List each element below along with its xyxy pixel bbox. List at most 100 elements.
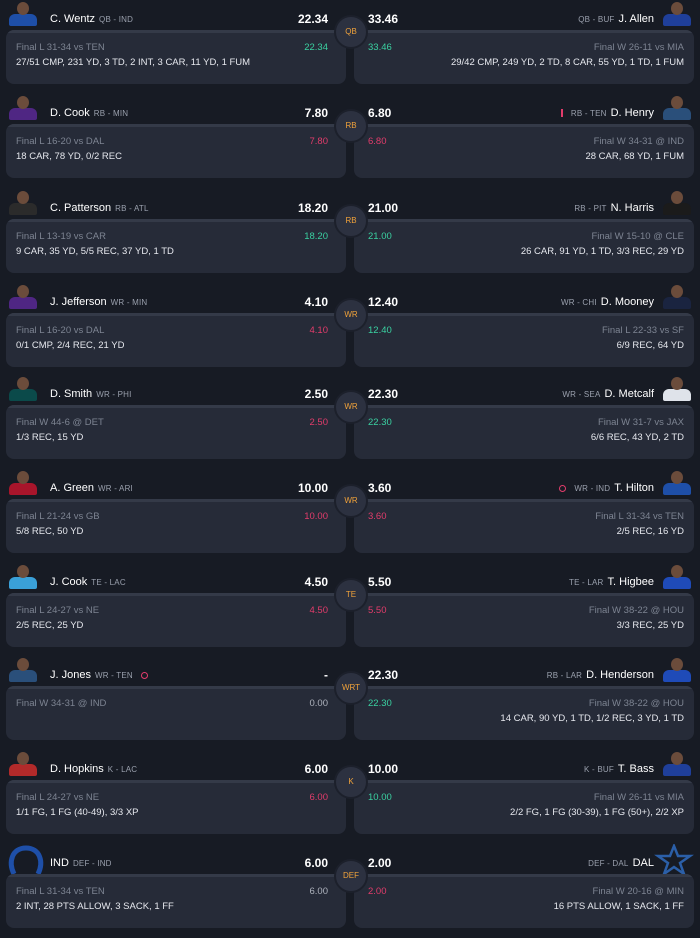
right-player-card[interactable]: Final W 38-22 @ HOU 22.30 14 CAR, 90 YD, 1…	[354, 686, 694, 740]
right-player-name[interactable]: D. Henry	[611, 107, 654, 119]
team-label: LAR	[565, 671, 583, 680]
left-player-name-line[interactable]: IND DEF - IND	[50, 857, 116, 869]
left-player-name[interactable]: C. Patterson	[50, 202, 111, 214]
left-player-name-line[interactable]: J. Cook TE - LAC	[50, 576, 130, 588]
right-player-name-line[interactable]: TE - LAR T. Higbee	[565, 576, 654, 588]
right-player-name[interactable]: T. Higbee	[608, 576, 654, 588]
right-player-name-line[interactable]: WR - CHI D. Mooney	[557, 296, 654, 308]
left-player-name[interactable]: J. Cook	[50, 576, 87, 588]
left-player-name-line[interactable]: C. Wentz QB - IND	[50, 13, 137, 25]
left-player-avatar[interactable]	[6, 844, 46, 876]
right-player-name-line[interactable]: WR - SEA D. Metcalf	[558, 388, 654, 400]
right-player-name[interactable]: D. Mooney	[601, 296, 654, 308]
right-player-card[interactable]: Final W 20-16 @ MIN 2.00 16 PTS ALLOW, 1 S…	[354, 874, 694, 928]
left-player-name[interactable]: D. Hopkins	[50, 763, 104, 775]
player-head-icon	[671, 2, 683, 15]
left-player-avatar[interactable]	[6, 94, 40, 120]
left-player-name[interactable]: J. Jefferson	[50, 296, 107, 308]
team-label: ATL	[133, 204, 149, 213]
card-divider	[6, 313, 346, 316]
team-label: TEN	[116, 671, 133, 680]
left-player-name-line[interactable]: D. Cook RB - MIN	[50, 107, 132, 119]
right-player-card[interactable]: Final W 31-7 vs JAX 22.30 6/6 REC, 43 YD, …	[354, 405, 694, 459]
left-player-avatar[interactable]	[6, 563, 40, 589]
right-player-name[interactable]: N. Harris	[611, 202, 654, 214]
left-player-avatar[interactable]	[6, 656, 40, 682]
right-player-avatar[interactable]	[660, 189, 694, 215]
right-player-name[interactable]: T. Bass	[618, 763, 654, 775]
left-player-card[interactable]: Final L 21-24 vs GB 10.00 5/8 REC, 50 YD	[6, 499, 346, 553]
right-player-card[interactable]: Final W 15-10 @ CLE 21.00 26 CAR, 91 YD, 1…	[354, 219, 694, 273]
right-player-avatar[interactable]	[660, 469, 694, 495]
projected-points: 4.50	[309, 605, 329, 616]
left-player-card[interactable]: Final L 24-27 vs NE 6.00 1/1 FG, 1 FG (40-…	[6, 780, 346, 834]
left-player-name[interactable]: C. Wentz	[50, 13, 95, 25]
left-player-card[interactable]: Final W 44-6 @ DET 2.50 1/3 REC, 15 YD	[6, 405, 346, 459]
matchup-row: J. Jones WR - TEN - Final W 34-31 @ IND 0.00…	[0, 656, 700, 750]
right-player-name[interactable]: T. Hilton	[614, 482, 654, 494]
left-player-name[interactable]: A. Green	[50, 482, 94, 494]
left-player-avatar[interactable]	[6, 0, 40, 26]
right-player-card[interactable]: Final L 22-33 vs SF 12.40 6/9 REC, 64 YD	[354, 313, 694, 367]
right-player-avatar[interactable]	[654, 844, 694, 876]
left-player-avatar[interactable]	[6, 469, 40, 495]
right-player-name-line[interactable]: DEF - DAL DAL	[584, 857, 654, 869]
right-player-avatar[interactable]	[660, 656, 694, 682]
left-player-name[interactable]: IND	[50, 857, 69, 869]
right-player-name-line[interactable]: QB - BUF J. Allen	[574, 13, 654, 25]
right-player-name[interactable]: DAL	[633, 857, 654, 869]
right-player-avatar[interactable]	[660, 0, 694, 26]
left-player-avatar[interactable]	[6, 189, 40, 215]
right-player-name[interactable]: D. Henderson	[586, 669, 654, 681]
left-player-card[interactable]: Final L 13-19 vs CAR 18.20 9 CAR, 35 YD, 5…	[6, 219, 346, 273]
position-label: WR	[94, 671, 109, 680]
stat-line: 3/3 REC, 25 YD	[616, 620, 684, 631]
game-result: Final L 24-27 vs NE	[16, 792, 100, 803]
left-player-card[interactable]: Final L 31-34 vs TEN 6.00 2 INT, 28 PTS AL…	[6, 874, 346, 928]
right-player-name-line[interactable]: WR - IND T. Hilton	[555, 482, 654, 494]
right-player-card[interactable]: Final W 26-11 vs MIA 33.46 29/42 CMP, 249 …	[354, 30, 694, 84]
matchup-row: D. Hopkins K - LAC 6.00 Final L 24-27 vs NE…	[0, 750, 700, 844]
jersey-icon	[663, 389, 691, 401]
left-fantasy-points: -	[324, 668, 328, 682]
left-player-name[interactable]: D. Smith	[50, 388, 92, 400]
right-player-card[interactable]: Final W 26-11 vs MIA 10.00 2/2 FG, 1 FG (3…	[354, 780, 694, 834]
right-player-card[interactable]: Final L 31-34 vs TEN 3.60 2/5 REC, 16 YD	[354, 499, 694, 553]
right-player-name-line[interactable]: K - BUF T. Bass	[580, 763, 654, 775]
right-player-avatar[interactable]	[660, 283, 694, 309]
left-player-name-line[interactable]: D. Hopkins K - LAC	[50, 763, 141, 775]
left-player-card[interactable]: Final L 24-27 vs NE 4.50 2/5 REC, 25 YD	[6, 593, 346, 647]
position-badge: WR	[334, 390, 368, 424]
left-player-card[interactable]: Final L 16-20 vs DAL 7.80 18 CAR, 78 YD, 0…	[6, 124, 346, 178]
left-player-name[interactable]: J. Jones	[50, 669, 91, 681]
right-player-name-line[interactable]: RB - LAR D. Henderson	[543, 669, 654, 681]
position-label: DEF	[72, 859, 90, 868]
left-player-avatar[interactable]	[6, 375, 40, 401]
right-player-avatar[interactable]	[660, 750, 694, 776]
right-player-avatar[interactable]	[660, 563, 694, 589]
right-player-name[interactable]: J. Allen	[619, 13, 654, 25]
left-player-card[interactable]: Final L 31-34 vs TEN 22.34 27/51 CMP, 231 …	[6, 30, 346, 84]
right-player-card[interactable]: Final W 38-22 @ HOU 5.50 3/3 REC, 25 YD	[354, 593, 694, 647]
left-player-card[interactable]: Final L 16-20 vs DAL 4.10 0/1 CMP, 2/4 REC…	[6, 313, 346, 367]
right-player-avatar[interactable]	[660, 94, 694, 120]
left-player-avatar[interactable]	[6, 283, 40, 309]
left-player-name-line[interactable]: C. Patterson RB - ATL	[50, 202, 153, 214]
left-player-card[interactable]: Final W 34-31 @ IND 0.00	[6, 686, 346, 740]
right-player-name-line[interactable]: RB - TEN D. Henry	[560, 107, 654, 119]
right-player-name[interactable]: D. Metcalf	[604, 388, 654, 400]
position-badge: TE	[334, 578, 368, 612]
left-player-name-line[interactable]: J. Jefferson WR - MIN	[50, 296, 151, 308]
jersey-icon	[9, 389, 37, 401]
position-badge: RB	[334, 109, 368, 143]
left-player-name-line[interactable]: D. Smith WR - PHI	[50, 388, 136, 400]
team-label: ARI	[119, 484, 133, 493]
left-player-name-line[interactable]: J. Jones WR - TEN	[50, 669, 152, 681]
right-player-name-line[interactable]: RB - PIT N. Harris	[570, 202, 654, 214]
right-player-avatar[interactable]	[660, 375, 694, 401]
left-player-name[interactable]: D. Cook	[50, 107, 90, 119]
left-player-name-line[interactable]: A. Green WR - ARI	[50, 482, 137, 494]
stat-line: 6/6 REC, 43 YD, 2 TD	[590, 432, 684, 443]
right-player-card[interactable]: Final W 34-31 @ IND 6.80 28 CAR, 68 YD, 1 …	[354, 124, 694, 178]
left-player-avatar[interactable]	[6, 750, 40, 776]
